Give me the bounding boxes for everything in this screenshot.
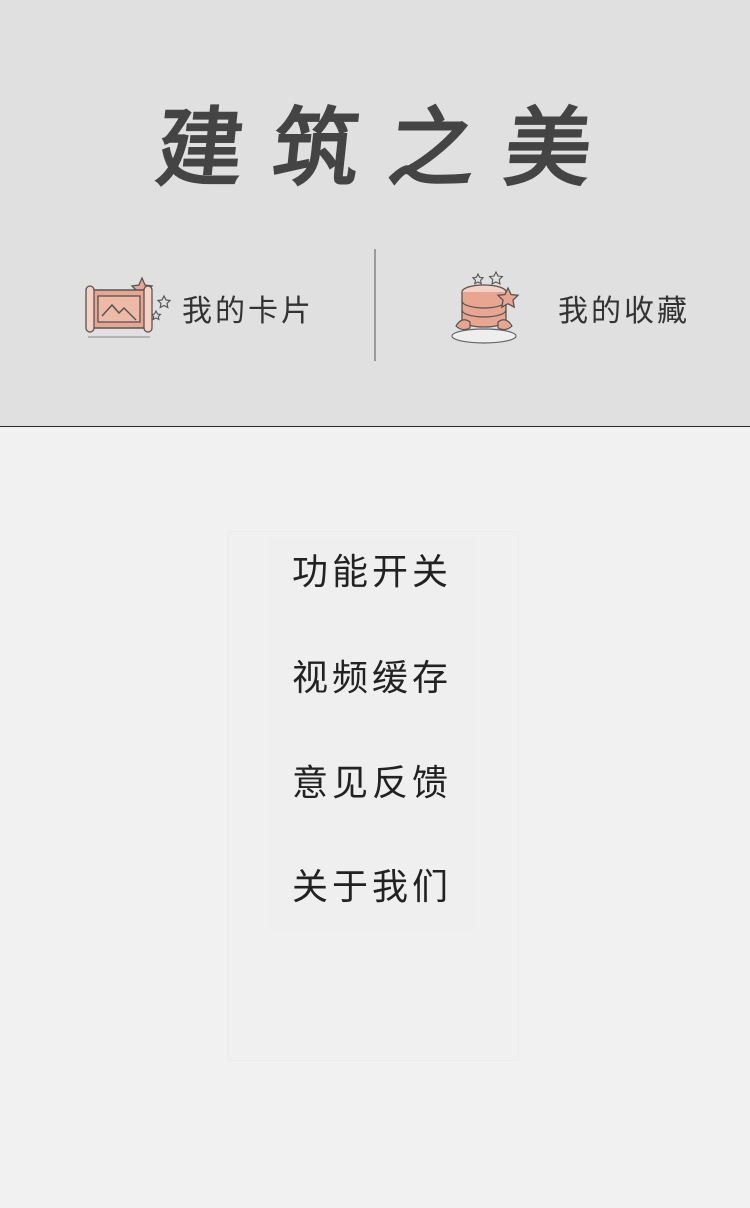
- menu-item-feature-toggle[interactable]: 功能开关: [268, 538, 476, 608]
- picture-scroll-icon: [85, 276, 172, 338]
- my-cards-label: 我的卡片: [182, 294, 314, 329]
- menu-item-feedback[interactable]: 意见反馈: [268, 749, 476, 819]
- app-title: 建筑之美: [151, 98, 627, 199]
- menu-item-about-us[interactable]: 关于我们: [268, 853, 476, 923]
- my-cards-button[interactable]: 我的卡片: [84, 268, 314, 348]
- header: 建筑之美 我的卡片 我的收藏: [0, 0, 750, 427]
- my-favorites-label: 我的收藏: [558, 294, 690, 329]
- header-divider: [374, 249, 376, 361]
- stacked-disks-star-icon: [451, 270, 520, 344]
- my-favorites-button[interactable]: 我的收藏: [450, 268, 690, 348]
- menu-item-video-cache[interactable]: 视频缓存: [268, 644, 476, 714]
- menu-list: 功能开关 视频缓存 意见反馈 关于我们: [268, 538, 476, 932]
